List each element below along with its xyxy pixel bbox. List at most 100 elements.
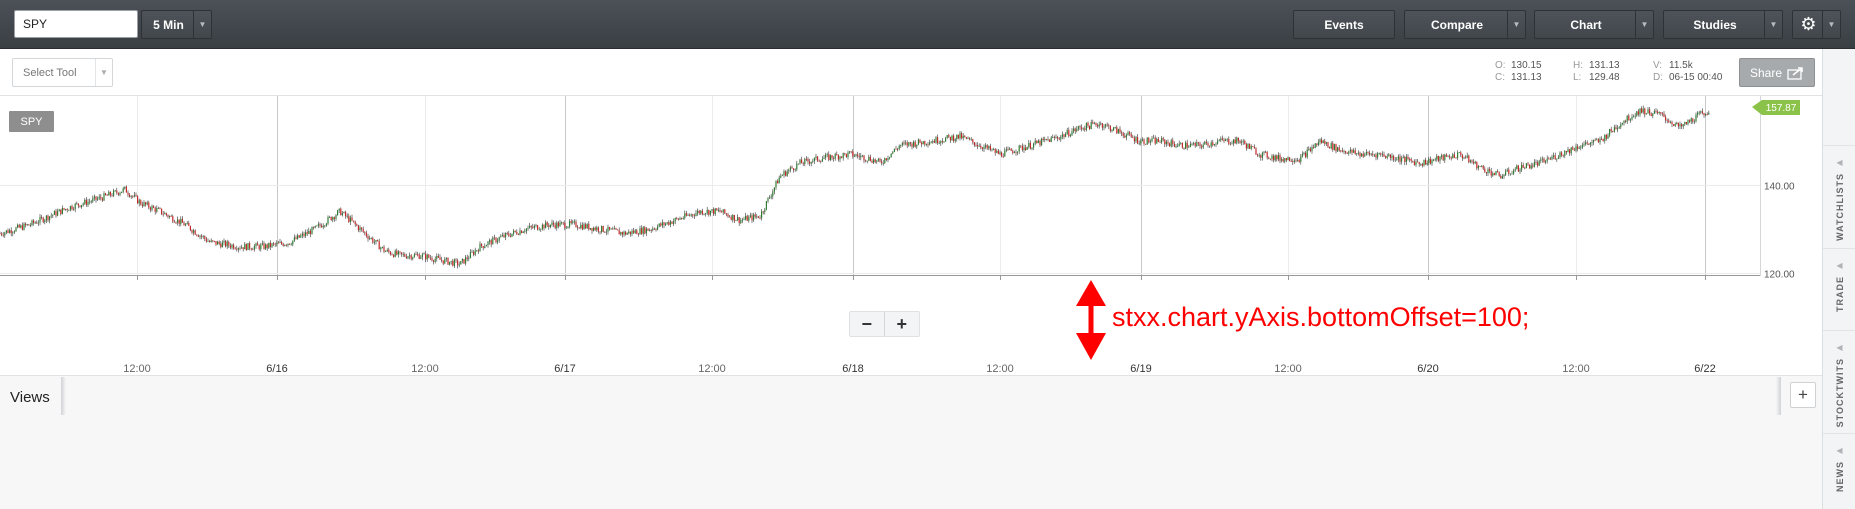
candle-body (1117, 128, 1119, 134)
candle-body (1474, 161, 1476, 164)
candle-body (1677, 122, 1679, 127)
candle-body (842, 153, 844, 158)
candle-body (679, 218, 681, 220)
x-tick-label: 6/20 (1417, 363, 1438, 375)
candle-body (626, 233, 628, 235)
candle-body (1258, 155, 1260, 157)
tab-watchlists[interactable]: ◀ WATCHLISTS (1823, 145, 1855, 248)
candle-body (709, 210, 711, 215)
candle-body (265, 244, 267, 249)
candle-body (1101, 123, 1103, 128)
candle-body (1138, 143, 1140, 145)
candle-body (820, 161, 822, 162)
candle-body (684, 213, 686, 219)
candle-body (105, 193, 107, 195)
candle-body (1210, 142, 1212, 147)
views-scroll-left[interactable] (61, 377, 66, 415)
candle-body (881, 161, 883, 164)
candle-body (1108, 125, 1110, 127)
candle-body (487, 241, 489, 246)
candle-body (357, 225, 359, 231)
candle-body (332, 217, 334, 221)
candle-body (276, 242, 278, 245)
candle-body (148, 202, 150, 208)
candle-body (983, 146, 985, 150)
candle-body (783, 171, 785, 175)
candle-body (1561, 152, 1563, 156)
candle-body (116, 190, 118, 193)
candle-body (778, 177, 780, 184)
candle-body (757, 216, 759, 218)
candle-body (996, 150, 998, 153)
candle-body (1524, 167, 1526, 169)
candle-body (188, 222, 190, 226)
candle-body (1661, 113, 1663, 115)
candle-body (162, 214, 164, 215)
candle-body (1657, 111, 1659, 114)
candle-body (317, 224, 319, 226)
candle-body (1036, 140, 1038, 144)
candle-body (1026, 146, 1028, 150)
candle-body (1127, 132, 1129, 135)
candle-body (1103, 126, 1105, 128)
candle-body (329, 216, 331, 218)
candle-body (287, 243, 289, 246)
candle-body (777, 180, 779, 184)
candle-body (1149, 141, 1151, 143)
candle-body (1700, 111, 1702, 113)
y-tick-label: 140.00 (1764, 182, 1795, 193)
candle-body (81, 204, 83, 208)
candle-body (637, 234, 639, 235)
candle-body (151, 206, 153, 210)
candle-body (1170, 140, 1172, 147)
candle-body (815, 156, 817, 158)
candle-body (5, 230, 7, 233)
candle-body (223, 240, 225, 243)
candle-body (1437, 155, 1439, 161)
views-scroll-right[interactable] (1776, 377, 1781, 415)
candle-body (1591, 142, 1593, 144)
candle-body (1557, 157, 1559, 159)
zoom-in-button[interactable]: + (885, 312, 920, 336)
candle-body (748, 216, 750, 221)
candle-body (1570, 147, 1572, 154)
candle-body (801, 159, 803, 164)
candle-body (1180, 142, 1182, 144)
candle-body (729, 216, 731, 218)
candle-body (1221, 138, 1223, 140)
candle-body (1012, 150, 1014, 154)
candle-body (247, 243, 249, 250)
candle-body (1369, 152, 1371, 155)
candle-body (1514, 169, 1516, 171)
candle-body (1277, 155, 1279, 160)
candle-body (593, 227, 595, 231)
candle-body (281, 241, 283, 244)
candle-body (921, 142, 923, 145)
candle-body (1445, 154, 1447, 157)
candle-body (605, 231, 607, 233)
candle-body (1684, 122, 1686, 125)
candle-body (196, 234, 198, 236)
candle-body (130, 195, 132, 197)
candle-body (402, 254, 404, 255)
candle-body (1001, 152, 1003, 157)
tab-stocktwits[interactable]: ◀ STOCKTWITS (1823, 330, 1855, 433)
candle-body (765, 201, 767, 210)
candle-body (1119, 128, 1121, 133)
candle-body (93, 196, 95, 199)
add-view-button[interactable]: + (1790, 382, 1816, 408)
candle-body (852, 151, 854, 157)
candle-body (220, 243, 222, 248)
zoom-out-button[interactable]: − (850, 312, 885, 336)
tab-trade[interactable]: ◀ TRADE (1823, 248, 1855, 330)
tab-news[interactable]: ◀ NEWS (1823, 433, 1855, 509)
candle-body (1151, 138, 1153, 142)
candle-body (218, 241, 220, 244)
candle-body (1162, 138, 1164, 140)
candle-body (1079, 126, 1081, 128)
candle-body (922, 141, 924, 145)
candle-body (341, 212, 343, 216)
candle-body (925, 144, 927, 145)
candle-body (759, 217, 761, 219)
candle-body (1484, 168, 1486, 173)
